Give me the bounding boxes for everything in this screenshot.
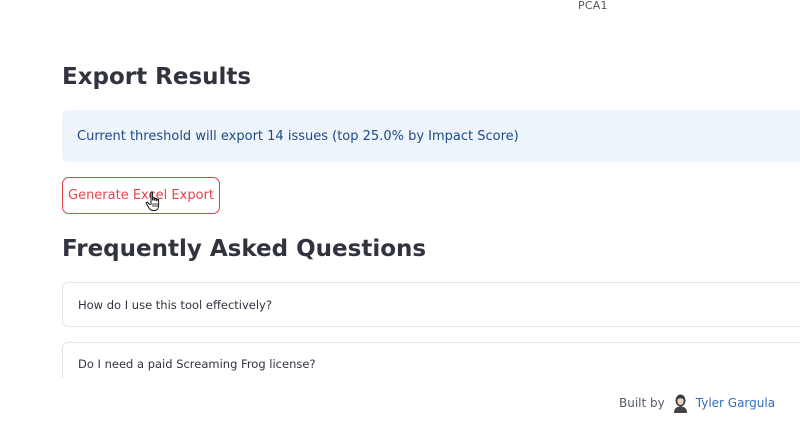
export-info-banner: Current threshold will export 14 issues … xyxy=(62,110,800,162)
author-link[interactable]: Tyler Gargula xyxy=(696,396,775,410)
faq-heading: Frequently Asked Questions xyxy=(62,236,427,262)
faq-item-license[interactable]: Do I need a paid Screaming Frog license? xyxy=(62,342,800,378)
avatar xyxy=(673,394,687,413)
hand-pointer-icon xyxy=(145,191,160,211)
generate-excel-export-button[interactable]: Generate Excel Export xyxy=(62,177,220,214)
export-results-heading: Export Results xyxy=(62,64,252,90)
footer-credit: Built by Tyler Gargula xyxy=(619,391,775,415)
export-info-text: Current threshold will export 14 issues … xyxy=(77,128,519,144)
built-by-label: Built by xyxy=(619,396,665,410)
faq-item-use-tool[interactable]: How do I use this tool effectively? xyxy=(62,282,800,327)
faq-question-label: Do I need a paid Screaming Frog license? xyxy=(78,357,316,371)
faq-question-label: How do I use this tool effectively? xyxy=(78,297,272,312)
chart-axis-label: PCA1 xyxy=(578,0,608,12)
